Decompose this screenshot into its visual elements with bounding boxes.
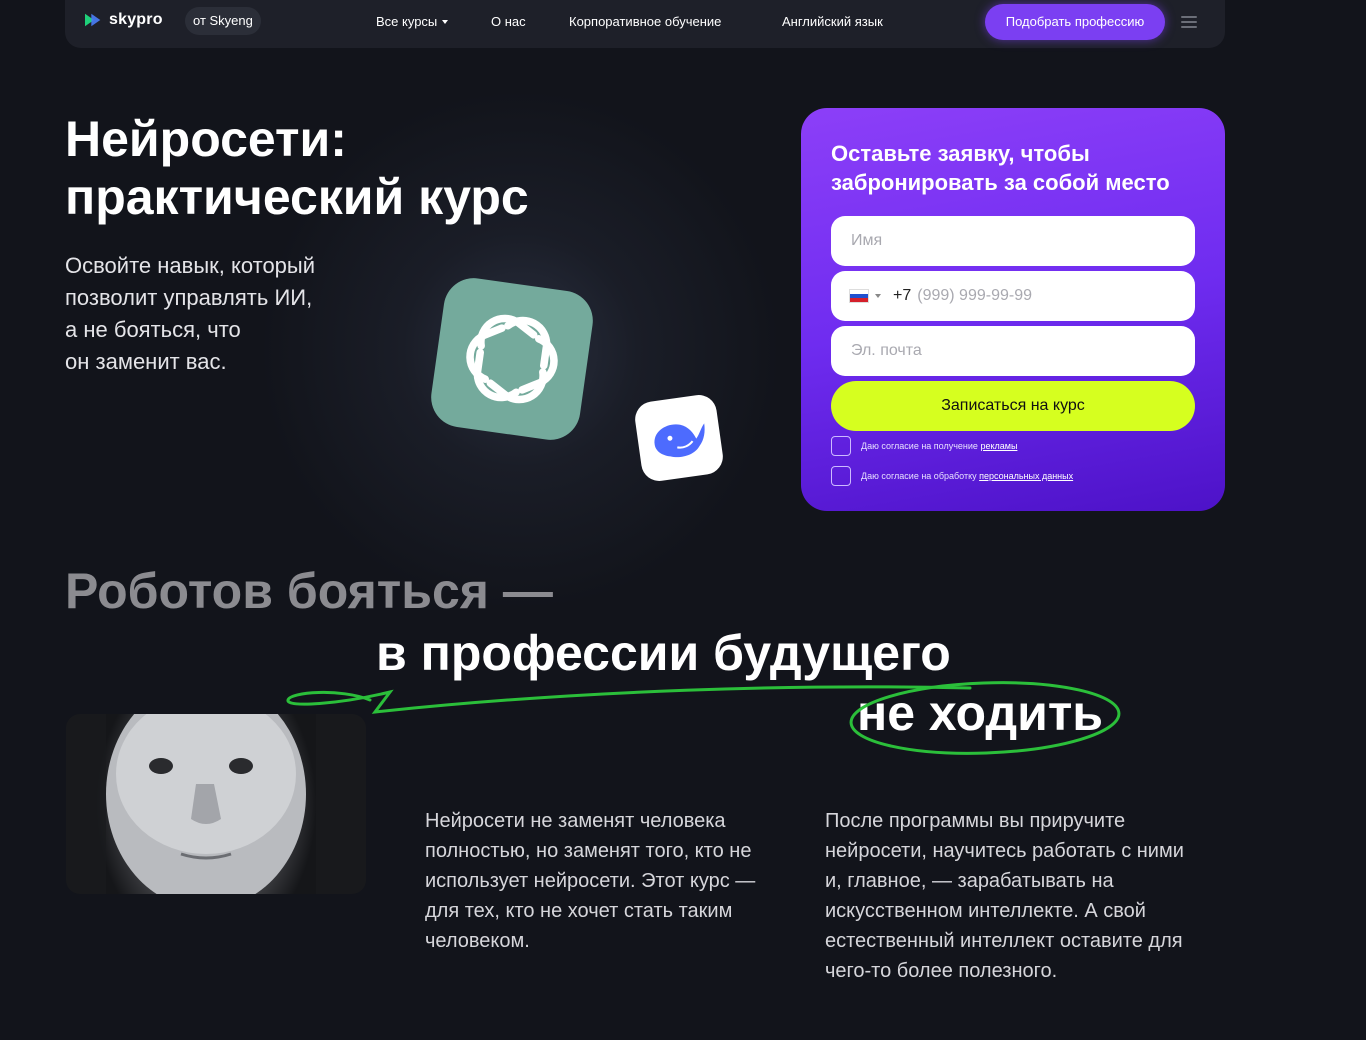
choose-profession-button[interactable]: Подобрать профессию xyxy=(985,4,1165,40)
ads-link[interactable]: рекламы xyxy=(980,441,1017,451)
nav-corporate[interactable]: Корпоративное обучение xyxy=(569,14,721,29)
consent-data-checkbox[interactable] xyxy=(831,466,851,486)
personal-data-link[interactable]: персональных данных xyxy=(979,471,1073,481)
consent-ads-row: Даю согласие на получение рекламы xyxy=(831,436,1017,456)
consent-ads-text: Даю согласие на получение xyxy=(861,441,981,451)
skypro-logo[interactable]: skypro xyxy=(85,11,163,29)
russia-flag-icon[interactable] xyxy=(849,289,869,303)
hero-title: Нейросети: практический курс xyxy=(65,110,529,226)
green-scribble-underline xyxy=(286,681,1121,755)
nav-all-courses-label: Все курсы xyxy=(376,14,438,29)
landing-page: skypro от Skyeng Все курсы О нас Корпора… xyxy=(0,0,1366,1040)
hamburger-icon[interactable] xyxy=(1181,16,1197,28)
enroll-button[interactable]: Записаться на курс xyxy=(831,381,1195,431)
section2-paragraph-right: После программы вы приручите нейросети, … xyxy=(825,810,1184,982)
consent-data-label: Даю согласие на обработку персональных д… xyxy=(861,471,1073,481)
hero-subtitle: Освойте навык, который позволит управлят… xyxy=(65,250,365,378)
hero-title-line2: практический курс xyxy=(65,169,529,225)
form-title: Оставьте заявку, чтобы забронировать за … xyxy=(831,141,1170,195)
hero-subtitle-line1: Освойте навык, который xyxy=(65,253,316,278)
nav-all-courses[interactable]: Все курсы xyxy=(376,14,449,29)
section2-paragraph-left: Нейросети не заменят человека полностью,… xyxy=(425,810,756,952)
phone-field[interactable]: +7 (999) 999-99-99 xyxy=(831,271,1195,321)
hero-title-line1: Нейросети: xyxy=(65,111,347,167)
consent-ads-checkbox[interactable] xyxy=(831,436,851,456)
section2-heading-grey: Роботов бояться — xyxy=(65,563,553,619)
site-header: skypro от Skyeng Все курсы О нас Корпора… xyxy=(65,0,1225,48)
chatgpt-logo-icon xyxy=(427,274,597,444)
chatgpt-knot-icon xyxy=(466,314,558,404)
email-field[interactable]: Эл. почта xyxy=(831,326,1195,376)
hero-subtitle-line4: он заменит вас. xyxy=(65,349,227,374)
whale-shape-icon xyxy=(654,423,705,458)
consent-ads-label: Даю согласие на получение рекламы xyxy=(861,441,1017,451)
phone-placeholder: (999) 999-99-99 xyxy=(917,287,1032,304)
phone-country-code: +7 xyxy=(893,287,912,304)
chevron-down-icon xyxy=(442,20,449,24)
play-logo-icon xyxy=(85,13,101,27)
chevron-down-icon[interactable] xyxy=(875,294,881,298)
signup-form-card: Оставьте заявку, чтобы забронировать за … xyxy=(801,108,1225,511)
nav-about[interactable]: О нас xyxy=(491,14,526,29)
deepseek-whale-icon xyxy=(632,392,726,484)
robot-face-illustration xyxy=(66,714,366,894)
nav-english[interactable]: Английский язык xyxy=(782,14,883,29)
by-skyeng-badge[interactable]: от Skyeng xyxy=(185,7,261,35)
name-field[interactable]: Имя xyxy=(831,216,1195,266)
hero-subtitle-line2: позволит управлять ИИ, xyxy=(65,285,313,310)
consent-data-text: Даю согласие на обработку xyxy=(861,471,980,481)
robot-face-image xyxy=(66,714,366,894)
hero-subtitle-line3: а не бояться, что xyxy=(65,317,241,342)
consent-data-row: Даю согласие на обработку персональных д… xyxy=(831,466,1073,486)
logo-text: skypro xyxy=(109,11,163,28)
